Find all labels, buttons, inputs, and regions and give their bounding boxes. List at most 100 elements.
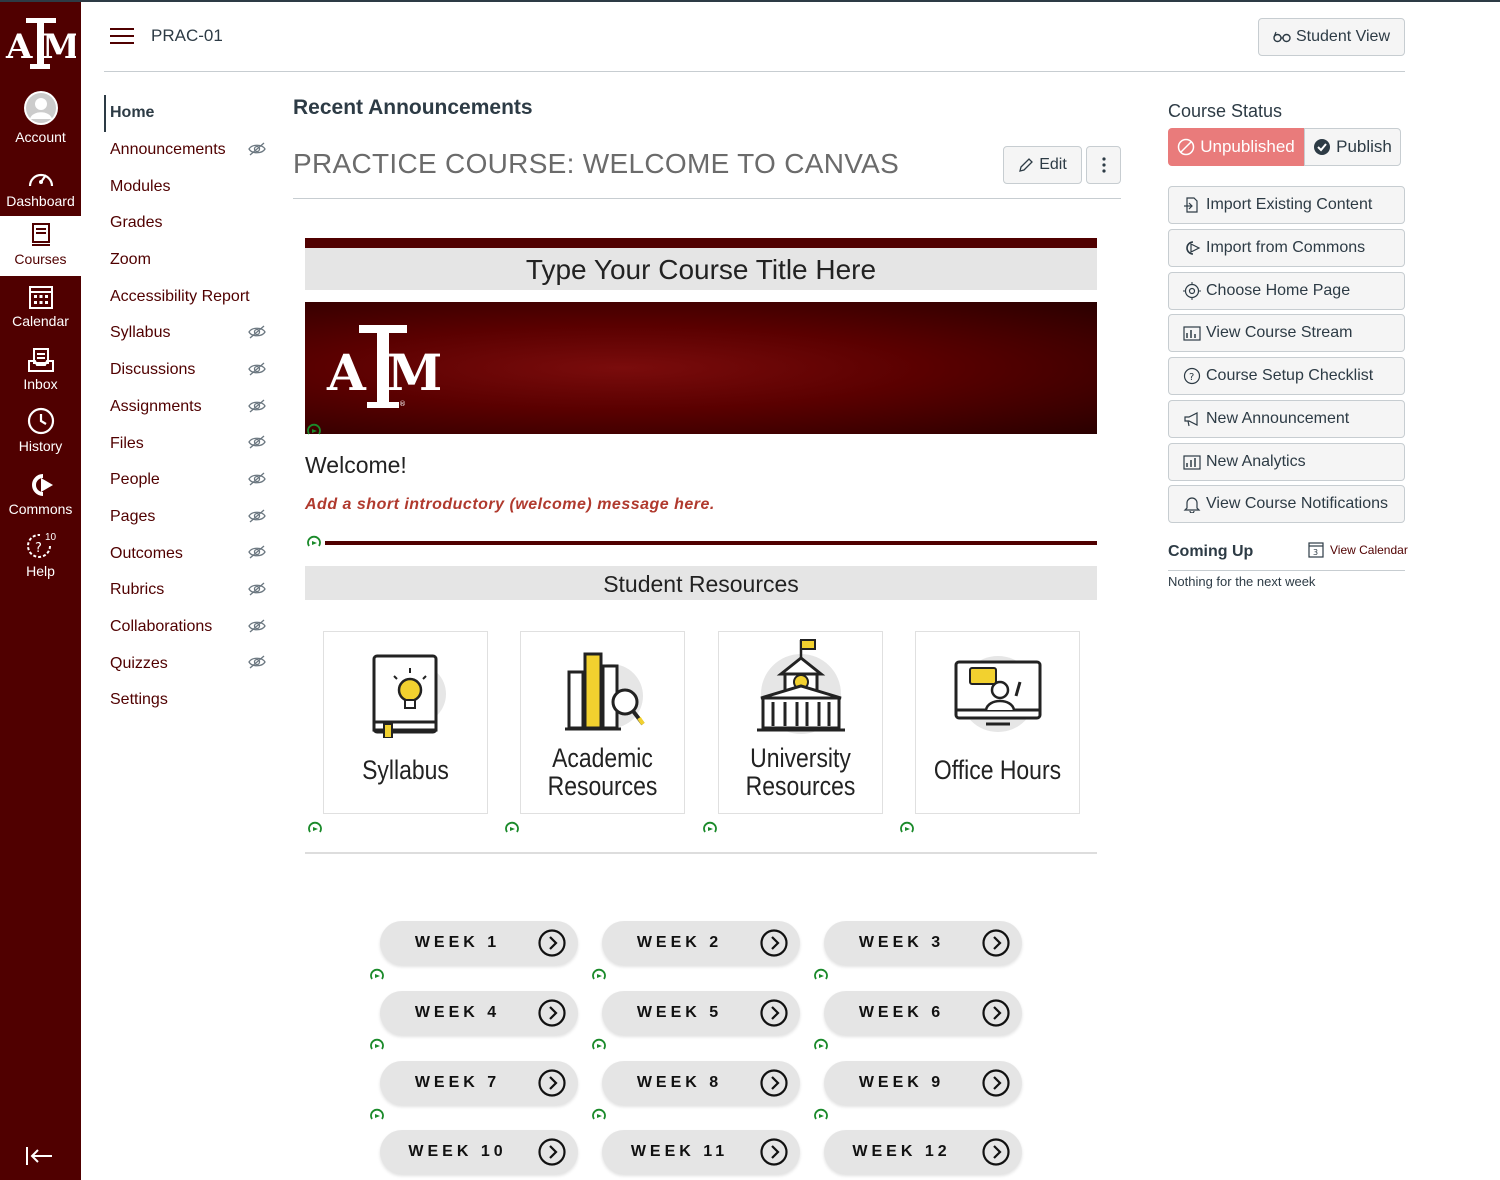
week-4-button[interactable]: WEEK 4 — [380, 991, 578, 1035]
week-10-button[interactable]: WEEK 10 — [380, 1130, 578, 1174]
sidebar-button-label: Choose Home Page — [1206, 282, 1351, 299]
course-nav-discussions[interactable]: Discussions — [104, 352, 274, 389]
green-edit-icon[interactable] — [307, 535, 321, 549]
green-edit-icon[interactable] — [703, 821, 717, 835]
course-nav-pages[interactable]: Pages — [104, 499, 274, 536]
green-edit-icon[interactable] — [900, 821, 914, 835]
import-icon — [1184, 197, 1198, 213]
green-edit-icon[interactable] — [814, 1038, 828, 1052]
nav-inbox-label: Inbox — [23, 376, 58, 392]
new-analytics-button[interactable]: New Analytics — [1168, 443, 1405, 481]
green-edit-icon[interactable] — [505, 821, 519, 835]
course-nav-settings[interactable]: Settings — [104, 682, 274, 719]
tamu-logo[interactable]: A M — [4, 12, 76, 74]
course-nav-quizzes[interactable]: Quizzes — [104, 645, 274, 682]
week-11-button[interactable]: WEEK 11 — [602, 1130, 800, 1174]
nav-inbox[interactable]: Inbox — [0, 347, 81, 407]
nav-commons[interactable]: Commons — [0, 472, 81, 532]
course-nav-accessibility-report[interactable]: Accessibility Report — [104, 278, 274, 315]
green-edit-icon[interactable] — [592, 1108, 606, 1122]
course-nav-grades[interactable]: Grades — [104, 205, 274, 242]
edit-label: Edit — [1039, 156, 1067, 173]
course-nav-assignments[interactable]: Assignments — [104, 389, 274, 426]
course-nav-announcements[interactable]: Announcements — [104, 132, 274, 169]
hidden-eye-icon — [248, 399, 266, 418]
week-6-button[interactable]: WEEK 6 — [824, 991, 1022, 1035]
week-9-button[interactable]: WEEK 9 — [824, 1061, 1022, 1105]
course-nav-syllabus[interactable]: Syllabus — [104, 315, 274, 352]
course-nav-modules[interactable]: Modules — [104, 168, 274, 205]
course-nav-people[interactable]: People — [104, 462, 274, 499]
course-nav-label: Files — [110, 434, 144, 452]
more-options-button[interactable] — [1086, 146, 1121, 184]
green-edit-icon[interactable] — [592, 968, 606, 982]
student-view-button[interactable]: Student View — [1258, 18, 1405, 56]
course-nav-outcomes[interactable]: Outcomes — [104, 535, 274, 572]
view-course-stream-button[interactable]: View Course Stream — [1168, 314, 1405, 352]
sidebar-button-label: New Announcement — [1206, 410, 1350, 427]
unpublished-button[interactable]: Unpublished — [1168, 128, 1304, 166]
breadcrumb[interactable]: PRAC-01 — [151, 26, 223, 46]
course-setup-checklist-button[interactable]: ? Course Setup Checklist — [1168, 357, 1405, 395]
green-edit-icon[interactable] — [814, 1108, 828, 1122]
course-nav-zoom[interactable]: Zoom — [104, 242, 274, 279]
course-nav-files[interactable]: Files — [104, 425, 274, 462]
megaphone-icon — [1184, 412, 1198, 427]
green-edit-icon[interactable] — [370, 1108, 384, 1122]
publish-button[interactable]: Publish — [1304, 128, 1401, 166]
course-nav-collaborations[interactable]: Collaborations — [104, 609, 274, 646]
course-nav-label: Assignments — [110, 397, 202, 415]
resource-label: Syllabus — [362, 755, 449, 785]
view-course-notifications-button[interactable]: View Course Notifications — [1168, 485, 1405, 523]
green-edit-icon[interactable] — [370, 1038, 384, 1052]
nav-calendar[interactable]: Calendar — [0, 284, 81, 344]
hamburger-menu-icon[interactable] — [110, 28, 134, 46]
course-nav-label: Collaborations — [110, 617, 213, 635]
green-edit-icon[interactable] — [307, 423, 321, 437]
week-12-button[interactable]: WEEK 12 — [824, 1130, 1022, 1174]
week-7-button[interactable]: WEEK 7 — [380, 1061, 578, 1105]
resource-card-office-hours[interactable]: Office Hours — [915, 631, 1080, 814]
choose-home-page-button[interactable]: Choose Home Page — [1168, 272, 1405, 310]
collapse-nav-icon[interactable] — [24, 1144, 54, 1168]
account-icon — [23, 91, 58, 125]
global-navigation: A M Account Dashboard Courses Calendar I… — [0, 2, 81, 1180]
resource-card-academic[interactable]: Academic Resources — [520, 631, 685, 814]
view-calendar-label: View Calendar — [1330, 542, 1408, 557]
course-nav-home[interactable]: Home — [104, 95, 274, 132]
green-edit-icon[interactable] — [370, 968, 384, 982]
week-3-button[interactable]: WEEK 3 — [824, 921, 1022, 965]
sidebar-button-label: Course Setup Checklist — [1206, 367, 1374, 384]
week-2-button[interactable]: WEEK 2 — [602, 921, 800, 965]
commons-icon — [1186, 241, 1201, 255]
resource-card-syllabus[interactable]: Syllabus — [323, 631, 488, 814]
course-nav-rubrics[interactable]: Rubrics — [104, 572, 274, 609]
resource-card-university[interactable]: University Resources — [718, 631, 883, 814]
svg-text:M: M — [387, 343, 442, 402]
course-nav-label: Accessibility Report — [110, 287, 250, 305]
resource-label: Resources — [547, 771, 658, 801]
import-from-commons-button[interactable]: Import from Commons — [1168, 229, 1405, 267]
sidebar-button-label: View Course Notifications — [1206, 495, 1389, 512]
new-announcement-button[interactable]: New Announcement — [1168, 400, 1405, 438]
edit-button[interactable]: Edit — [1003, 146, 1082, 184]
nav-dashboard-label: Dashboard — [6, 193, 75, 209]
commons-icon — [31, 474, 53, 496]
view-calendar-link[interactable]: 3 View Calendar — [1308, 541, 1408, 558]
header-divider — [104, 71, 1405, 72]
calendar-icon — [28, 286, 53, 309]
green-edit-icon[interactable] — [592, 1038, 606, 1052]
week-1-button[interactable]: WEEK 1 — [380, 921, 578, 965]
nav-account[interactable]: Account — [0, 90, 81, 150]
nav-history[interactable]: History — [0, 407, 81, 467]
week-8-button[interactable]: WEEK 8 — [602, 1061, 800, 1105]
import-existing-content-button[interactable]: Import Existing Content — [1168, 186, 1405, 224]
course-nav-label: Syllabus — [110, 324, 171, 342]
green-edit-icon[interactable] — [814, 968, 828, 982]
week-5-button[interactable]: WEEK 5 — [602, 991, 800, 1035]
course-nav-label: Settings — [110, 691, 168, 709]
nav-courses[interactable]: Courses — [0, 216, 81, 276]
nav-help[interactable]: 10 ? Help — [0, 532, 81, 592]
green-edit-icon[interactable] — [308, 821, 322, 835]
arrow-right-circle-icon — [538, 999, 566, 1032]
